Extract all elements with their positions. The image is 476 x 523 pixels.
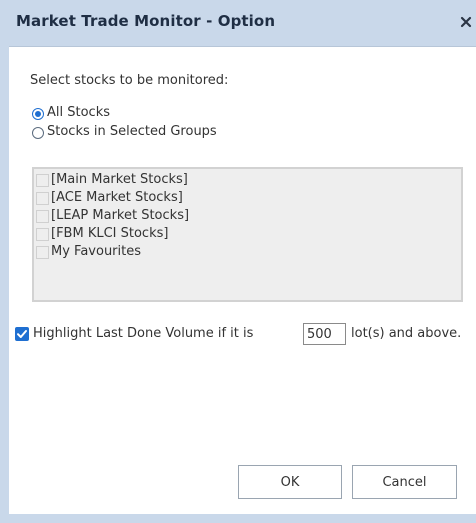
all-stocks-label[interactable]: All Stocks [47, 105, 110, 120]
volume-threshold-input[interactable] [303, 323, 346, 345]
highlight-volume-label[interactable]: Highlight Last Done Volume if it is [33, 326, 253, 341]
dialog-bottom-frame [0, 514, 476, 523]
group-checkbox[interactable] [36, 192, 49, 205]
dialog-title: Market Trade Monitor - Option [16, 12, 276, 30]
group-label: [LEAP Market Stocks] [51, 208, 190, 223]
title-bar[interactable]: Market Trade Monitor - Option [0, 0, 476, 46]
cancel-button[interactable]: Cancel [352, 465, 457, 499]
all-stocks-radio[interactable] [32, 108, 44, 120]
group-checkbox[interactable] [36, 210, 49, 223]
group-label: [Main Market Stocks] [51, 172, 188, 187]
selected-groups-label[interactable]: Stocks in Selected Groups [47, 124, 217, 139]
option-dialog: Market Trade Monitor - Option Select sto… [0, 0, 476, 523]
dialog-body: Select stocks to be monitored: All Stock… [9, 46, 476, 514]
group-label: My Favourites [51, 244, 142, 259]
ok-button[interactable]: OK [238, 465, 342, 499]
lots-and-above-label: lot(s) and above. [351, 326, 462, 341]
close-icon[interactable] [458, 12, 476, 32]
select-stocks-prompt: Select stocks to be monitored: [30, 73, 229, 88]
group-checkbox[interactable] [36, 228, 49, 241]
group-checkbox[interactable] [36, 174, 49, 187]
selected-groups-radio[interactable] [32, 127, 44, 139]
group-label: [ACE Market Stocks] [51, 190, 183, 205]
stock-groups-list[interactable]: [Main Market Stocks] [ACE Market Stocks]… [32, 167, 463, 302]
group-checkbox[interactable] [36, 246, 49, 259]
highlight-volume-checkbox[interactable] [15, 327, 29, 341]
group-label: [FBM KLCI Stocks] [51, 226, 169, 241]
check-icon [17, 330, 27, 338]
